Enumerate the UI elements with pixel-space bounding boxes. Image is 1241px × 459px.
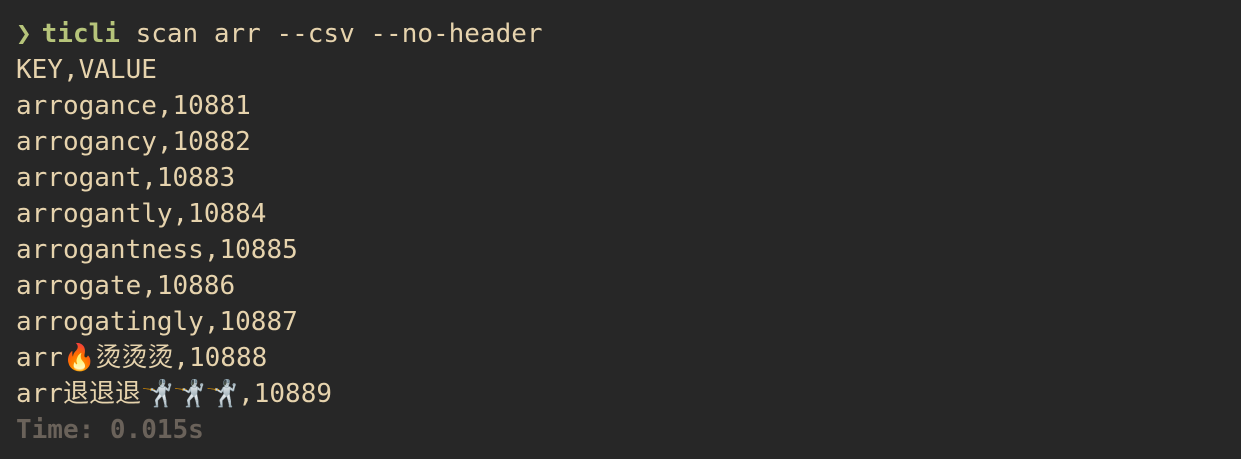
command-line: ❯ ticli scan arr --csv --no-header [16,16,1241,52]
output-line: arrogantness,10885 [16,235,298,265]
output-line: arrogancy,10882 [16,127,251,157]
output-line: arrogance,10881 [16,91,251,121]
output-line: arr🔥烫烫烫,10888 [16,343,268,373]
command-name: ticli [41,19,120,49]
output-line: arrogant,10883 [16,163,236,193]
output-line: arrogantly,10884 [16,199,267,229]
terminal-window[interactable]: ❯ ticli scan arr --csv --no-header KEY,VA… [0,0,1241,459]
output-line: arr退退退🤺🤺🤺,10889 [16,379,332,409]
command-arguments: scan arr --csv --no-header [119,19,543,49]
output-line: arrogatingly,10887 [16,307,298,337]
output-header-line: KEY,VALUE [16,55,157,85]
execution-time: Time: 0.015s [16,415,204,445]
prompt-symbol: ❯ [16,19,32,49]
output-line: arrogate,10886 [16,271,236,301]
